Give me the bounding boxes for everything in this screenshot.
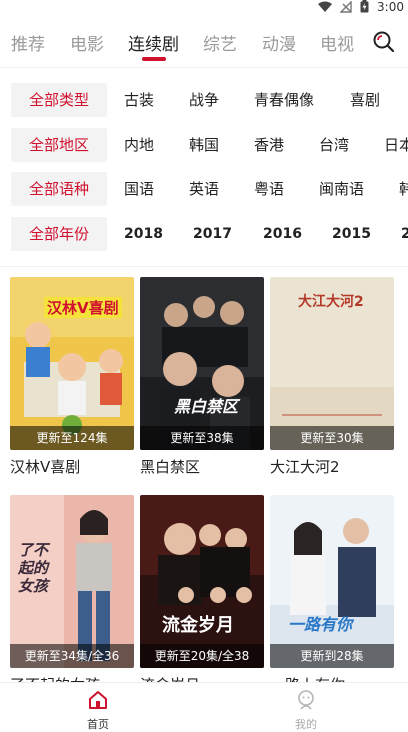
episode-badge: 更新至34集/全36	[10, 644, 134, 668]
category-tabs: 推荐 电影 连续剧 综艺 动漫 电视	[0, 22, 408, 66]
poster-image[interactable]: 汉林V喜剧 更新至124集	[10, 277, 134, 450]
tab-variety[interactable]: 综艺	[203, 30, 237, 55]
filter-option[interactable]: 古装	[124, 83, 154, 117]
filter-option[interactable]: 台湾	[319, 128, 349, 162]
status-time: 3:00	[377, 0, 404, 14]
filter-option[interactable]: 粤语	[254, 172, 284, 206]
show-title[interactable]: 了不起的女孩	[10, 674, 134, 682]
filter-tag-type[interactable]: 全部类型	[11, 83, 107, 117]
show-card[interactable]: 黑白禁区 更新至38集 黑白禁区	[140, 277, 264, 477]
show-title[interactable]: 流金岁月	[140, 674, 264, 682]
bottom-nav-mine[interactable]: 我的	[276, 689, 336, 732]
bottom-nav-home-label: 首页	[87, 718, 109, 731]
filter-option[interactable]: 内地	[124, 128, 154, 162]
poster-title: 了不起的女孩	[18, 541, 49, 595]
poster-title: 流金岁月	[162, 615, 234, 636]
filter-option[interactable]: 香港	[254, 128, 284, 162]
show-card[interactable]: 汉林V喜剧 更新至124集 汉林V喜剧	[10, 277, 134, 477]
battery-icon	[360, 0, 369, 17]
episode-badge: 更新至20集/全38	[140, 644, 264, 668]
tab-tv[interactable]: 电视	[320, 30, 354, 55]
filter-row-type: 全部类型 古装 战争 青春偶像 喜剧	[0, 83, 408, 117]
filter-option[interactable]: 日本	[384, 128, 408, 162]
show-title[interactable]: 汉林V喜剧	[10, 456, 134, 477]
section-divider	[0, 266, 408, 267]
filter-option[interactable]: 国语	[124, 172, 154, 206]
show-title[interactable]: 黑白禁区	[140, 456, 264, 477]
filter-tag-language[interactable]: 全部语种	[11, 172, 107, 206]
status-bar: 3:00	[0, 0, 408, 14]
tab-movies[interactable]: 电影	[70, 30, 104, 55]
poster-title: 一路有你	[288, 615, 353, 634]
filter-row-language: 全部语种 国语 英语 粤语 闽南语 韩	[0, 172, 408, 206]
show-card[interactable]: 流金岁月 更新至20集/全38 流金岁月	[140, 495, 264, 682]
poster-image[interactable]: 流金岁月 更新至20集/全38	[140, 495, 264, 668]
poster-image[interactable]: 了不起的女孩 更新至34集/全36	[10, 495, 134, 668]
bottom-nav-home[interactable]: 首页	[68, 689, 128, 732]
status-icons: 3:00	[318, 0, 404, 14]
show-card[interactable]: 了不起的女孩 更新至34集/全36 了不起的女孩	[10, 495, 134, 682]
no-signal-icon	[339, 0, 352, 17]
show-grid: 汉林V喜剧 更新至124集 汉林V喜剧 黑白禁区 更新至38集 黑白禁区 大江大…	[0, 277, 408, 682]
bottom-nav-mine-label: 我的	[295, 718, 317, 731]
tab-series[interactable]: 连续剧	[128, 30, 179, 55]
poster-title: 大江大河2	[298, 294, 364, 310]
filter-option[interactable]: 青春偶像	[254, 83, 314, 117]
filter-tag-year[interactable]: 全部年份	[11, 217, 107, 251]
home-icon	[87, 691, 109, 715]
episode-badge: 更新至30集	[270, 426, 394, 450]
filter-option[interactable]: 2018	[124, 217, 163, 251]
filter-option[interactable]: 2	[401, 217, 408, 251]
poster-title: 汉林V喜剧	[44, 297, 122, 318]
profile-icon	[295, 690, 317, 715]
nav-divider	[0, 67, 408, 68]
show-card[interactable]: 大江大河2 更新至30集 大江大河2	[270, 277, 394, 477]
filter-option[interactable]: 英语	[189, 172, 219, 206]
episode-badge: 更新至38集	[140, 426, 264, 450]
show-title[interactable]: 大江大河2	[270, 456, 394, 477]
poster-title: 黑白禁区	[174, 397, 239, 416]
show-title[interactable]: 一路上有你	[270, 674, 394, 682]
filter-option[interactable]: 韩国	[189, 128, 219, 162]
filter-option[interactable]: 2016	[263, 217, 302, 251]
filter-option[interactable]: 韩	[399, 172, 408, 206]
filter-row-year: 全部年份 2018 2017 2016 2015 2	[0, 217, 408, 251]
episode-badge: 更新至124集	[10, 426, 134, 450]
filter-option[interactable]: 2017	[193, 217, 232, 251]
filter-option[interactable]: 闽南语	[319, 172, 364, 206]
filter-tag-region[interactable]: 全部地区	[11, 128, 107, 162]
filter-row-region: 全部地区 内地 韩国 香港 台湾 日本	[0, 128, 408, 162]
episode-badge: 更新到28集	[270, 644, 394, 668]
poster-image[interactable]: 大江大河2 更新至30集	[270, 277, 394, 450]
search-icon[interactable]	[372, 30, 396, 54]
poster-image[interactable]: 黑白禁区 更新至38集	[140, 277, 264, 450]
filter-option[interactable]: 喜剧	[350, 83, 380, 117]
tab-recommend[interactable]: 推荐	[11, 30, 45, 55]
active-tab-indicator	[142, 57, 166, 61]
tab-anime[interactable]: 动漫	[262, 30, 296, 55]
wifi-icon	[318, 0, 333, 17]
bottom-nav: 首页 我的	[0, 682, 408, 732]
poster-image[interactable]: 一路有你 更新到28集	[270, 495, 394, 668]
filter-option[interactable]: 战争	[189, 83, 219, 117]
show-card[interactable]: 一路有你 更新到28集 一路上有你	[270, 495, 394, 682]
filter-option[interactable]: 2015	[332, 217, 371, 251]
